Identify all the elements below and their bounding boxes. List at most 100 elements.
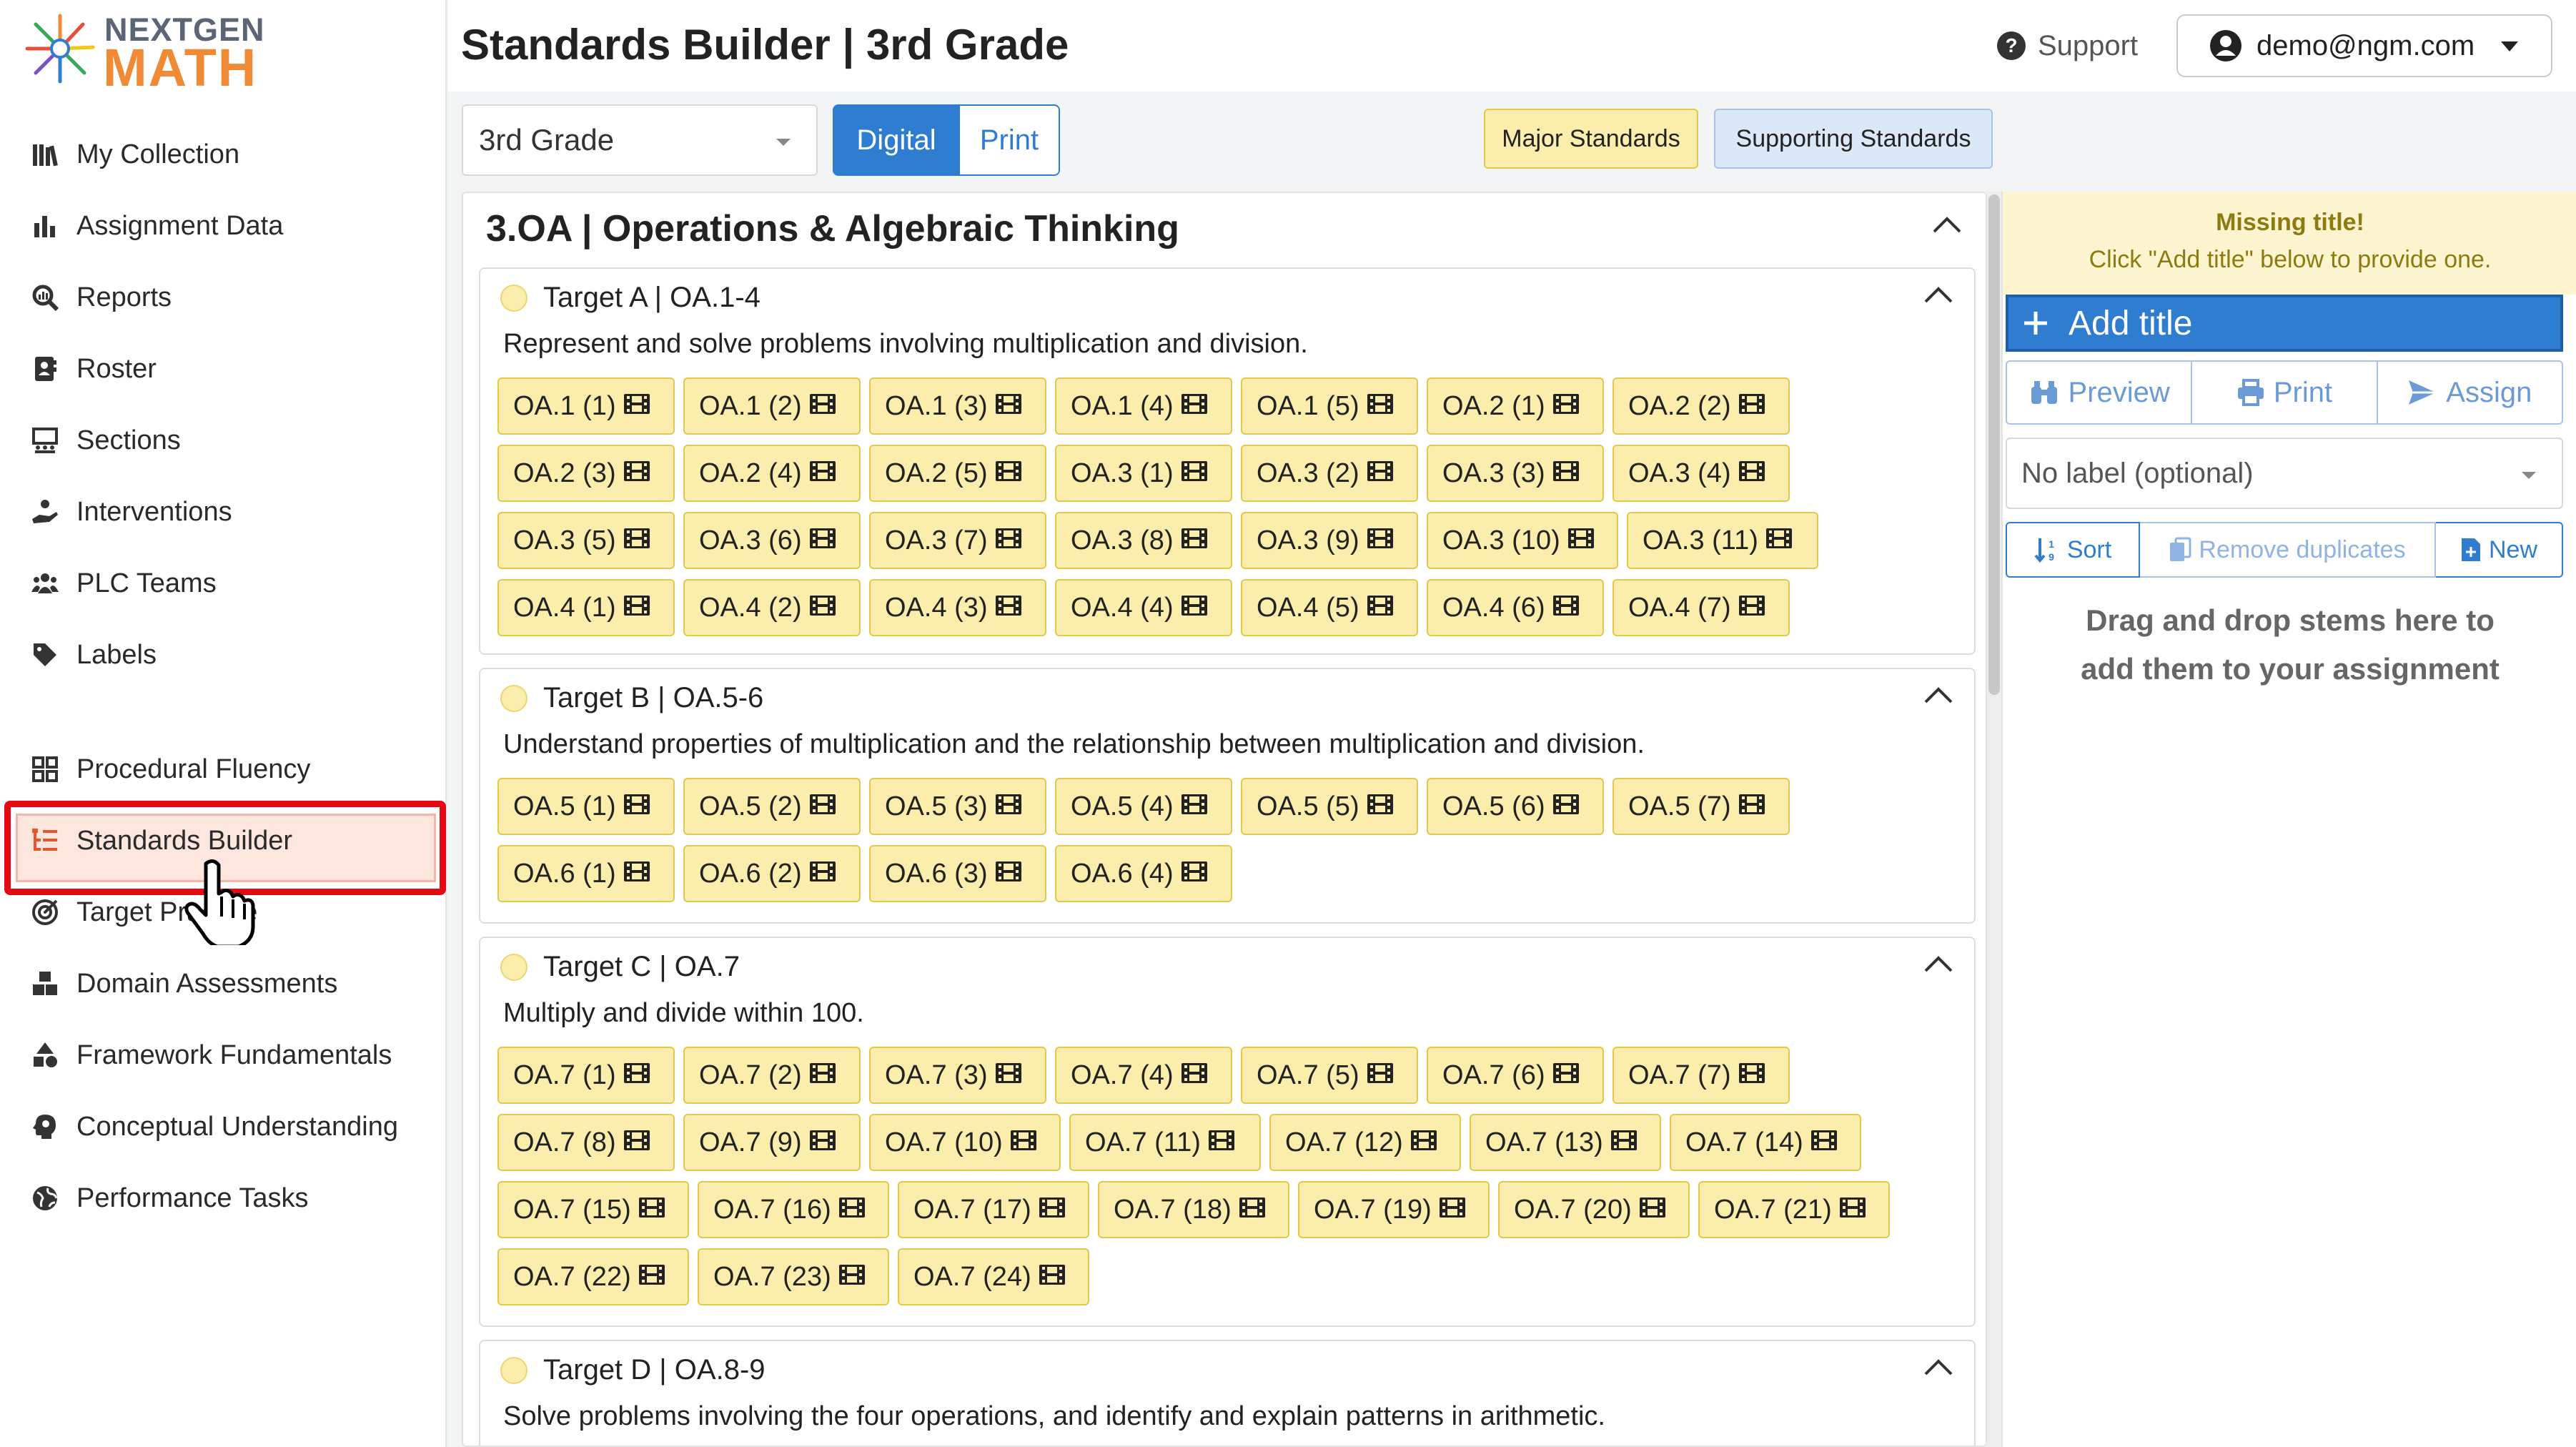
stem-chip[interactable]: OA.4 (4)	[1055, 579, 1232, 636]
sidebar-item-labels[interactable]: Labels	[0, 626, 447, 683]
stem-chip[interactable]: OA.7 (9)	[683, 1114, 861, 1171]
chevron-up-icon[interactable]	[1931, 214, 1963, 234]
stem-chip[interactable]: OA.5 (5)	[1241, 778, 1418, 835]
stem-chip[interactable]: OA.5 (4)	[1055, 778, 1232, 835]
stem-chip[interactable]: OA.7 (23)	[698, 1248, 889, 1305]
account-menu-button[interactable]: demo@ngm.com	[2176, 14, 2552, 77]
sidebar-item-framework-fundamentals[interactable]: Framework Fundamentals	[0, 1027, 447, 1084]
stem-chip[interactable]: OA.7 (3)	[869, 1047, 1046, 1104]
stem-chip[interactable]: OA.4 (2)	[683, 579, 861, 636]
stem-chip[interactable]: OA.2 (2)	[1613, 377, 1790, 435]
stem-chip[interactable]: OA.1 (5)	[1241, 377, 1418, 435]
content-scrollbar-thumb[interactable]	[1988, 194, 2000, 695]
stem-chip[interactable]: OA.7 (4)	[1055, 1047, 1232, 1104]
nextgen-math-logo[interactable]: NEXTGEN MATH	[23, 9, 280, 97]
chevron-up-icon[interactable]	[1923, 1357, 1954, 1377]
sidebar-item-domain-assessments[interactable]: Domain Assessments	[0, 955, 447, 1012]
stem-chip[interactable]: OA.7 (20)	[1498, 1181, 1690, 1238]
chevron-up-icon[interactable]	[1923, 285, 1954, 305]
stem-chip[interactable]: OA.7 (17)	[898, 1181, 1089, 1238]
stem-chip[interactable]: OA.2 (4)	[683, 445, 861, 502]
stem-chip[interactable]: OA.7 (6)	[1427, 1047, 1604, 1104]
preview-button[interactable]: Preview	[2006, 360, 2193, 425]
stem-chip[interactable]: OA.5 (2)	[683, 778, 861, 835]
sidebar-item-sections[interactable]: Sections	[0, 412, 447, 469]
sidebar-item-procedural-fluency[interactable]: Procedural Fluency	[0, 741, 447, 798]
stem-chip[interactable]: OA.5 (1)	[497, 778, 675, 835]
stem-chip[interactable]: OA.7 (12)	[1269, 1114, 1461, 1171]
print-assignment-button[interactable]: Print	[2192, 360, 2378, 425]
stem-chip[interactable]: OA.2 (3)	[497, 445, 675, 502]
stem-chip[interactable]: OA.7 (13)	[1470, 1114, 1661, 1171]
stem-chip[interactable]: OA.4 (6)	[1427, 579, 1604, 636]
stem-chip[interactable]: OA.4 (7)	[1613, 579, 1790, 636]
stem-chip[interactable]: OA.7 (1)	[497, 1047, 675, 1104]
stem-chip[interactable]: OA.4 (5)	[1241, 579, 1418, 636]
supporting-standards-filter[interactable]: Supporting Standards	[1714, 109, 1993, 169]
assign-button[interactable]: Assign	[2377, 360, 2563, 425]
stem-chip[interactable]: OA.3 (3)	[1427, 445, 1604, 502]
label-select[interactable]: No label (optional)	[2006, 438, 2563, 509]
stem-chip[interactable]: OA.7 (2)	[683, 1047, 861, 1104]
stem-chip[interactable]: OA.6 (3)	[869, 845, 1046, 902]
stem-chip[interactable]: OA.3 (5)	[497, 512, 675, 569]
stem-chip[interactable]: OA.3 (6)	[683, 512, 861, 569]
stem-chip[interactable]: OA.7 (19)	[1298, 1181, 1490, 1238]
add-title-button[interactable]: Add title	[2006, 295, 2563, 352]
stem-chip[interactable]: OA.7 (18)	[1098, 1181, 1289, 1238]
support-link[interactable]: ? Support	[1996, 26, 2138, 66]
sidebar-item-interventions[interactable]: Interventions	[0, 483, 447, 540]
stem-chip[interactable]: OA.6 (2)	[683, 845, 861, 902]
sidebar-item-conceptual-understanding[interactable]: Conceptual Understanding	[0, 1098, 447, 1155]
sidebar-item-performance-tasks[interactable]: Performance Tasks	[0, 1170, 447, 1227]
stem-chip[interactable]: OA.7 (15)	[497, 1181, 689, 1238]
stem-chip[interactable]: OA.7 (21)	[1698, 1181, 1890, 1238]
stem-chip[interactable]: OA.5 (3)	[869, 778, 1046, 835]
stem-chip[interactable]: OA.1 (4)	[1055, 377, 1232, 435]
remove-duplicates-button[interactable]: Remove duplicates	[2140, 522, 2436, 578]
stem-chip[interactable]: OA.7 (16)	[698, 1181, 889, 1238]
sidebar-item-assignment-data[interactable]: Assignment Data	[0, 197, 447, 255]
stem-chip[interactable]: OA.4 (1)	[497, 579, 675, 636]
major-standards-filter[interactable]: Major Standards	[1484, 109, 1698, 169]
stem-chip[interactable]: OA.7 (8)	[497, 1114, 675, 1171]
stem-chip[interactable]: OA.7 (24)	[898, 1248, 1089, 1305]
sidebar-item-my-collection[interactable]: My Collection	[0, 126, 447, 183]
stem-chip[interactable]: OA.3 (7)	[869, 512, 1046, 569]
stem-chip[interactable]: OA.3 (8)	[1055, 512, 1232, 569]
sidebar-item-roster[interactable]: Roster	[0, 340, 447, 397]
target-header[interactable]: Target B | OA.5-6	[500, 682, 763, 714]
digital-toggle-button[interactable]: Digital	[833, 104, 960, 176]
stem-chip[interactable]: OA.7 (14)	[1670, 1114, 1861, 1171]
target-header[interactable]: Target D | OA.8-9	[500, 1354, 766, 1386]
stem-chip[interactable]: OA.3 (2)	[1241, 445, 1418, 502]
stem-chip[interactable]: OA.3 (10)	[1427, 512, 1618, 569]
stem-chip[interactable]: OA.3 (11)	[1627, 512, 1818, 569]
stem-chip[interactable]: OA.1 (1)	[497, 377, 675, 435]
stem-chip[interactable]: OA.2 (1)	[1427, 377, 1604, 435]
stem-chip[interactable]: OA.3 (4)	[1613, 445, 1790, 502]
stem-chip[interactable]: OA.6 (1)	[497, 845, 675, 902]
stem-chip[interactable]: OA.7 (10)	[869, 1114, 1061, 1171]
sidebar-item-reports[interactable]: Reports	[0, 269, 447, 326]
target-header[interactable]: Target A | OA.1-4	[500, 282, 761, 314]
new-assignment-button[interactable]: New	[2436, 522, 2563, 578]
sidebar-item-plc-teams[interactable]: PLC Teams	[0, 555, 447, 612]
stem-chip[interactable]: OA.1 (2)	[683, 377, 861, 435]
stem-chip[interactable]: OA.7 (7)	[1613, 1047, 1790, 1104]
grade-select[interactable]: 3rd Grade	[462, 104, 818, 176]
stem-chip[interactable]: OA.3 (9)	[1241, 512, 1418, 569]
print-toggle-button[interactable]: Print	[958, 104, 1060, 176]
stem-chip[interactable]: OA.5 (6)	[1427, 778, 1604, 835]
sort-button[interactable]: 1 9 Sort	[2006, 522, 2140, 578]
stem-chip[interactable]: OA.4 (3)	[869, 579, 1046, 636]
stem-chip[interactable]: OA.6 (4)	[1055, 845, 1232, 902]
stem-chip[interactable]: OA.2 (5)	[869, 445, 1046, 502]
chevron-up-icon[interactable]	[1923, 685, 1954, 705]
stem-chip[interactable]: OA.7 (22)	[497, 1248, 689, 1305]
stem-chip[interactable]: OA.7 (11)	[1069, 1114, 1261, 1171]
stem-chip[interactable]: OA.3 (1)	[1055, 445, 1232, 502]
target-header[interactable]: Target C | OA.7	[500, 951, 740, 983]
stem-chip[interactable]: OA.5 (7)	[1613, 778, 1790, 835]
stem-chip[interactable]: OA.7 (5)	[1241, 1047, 1418, 1104]
